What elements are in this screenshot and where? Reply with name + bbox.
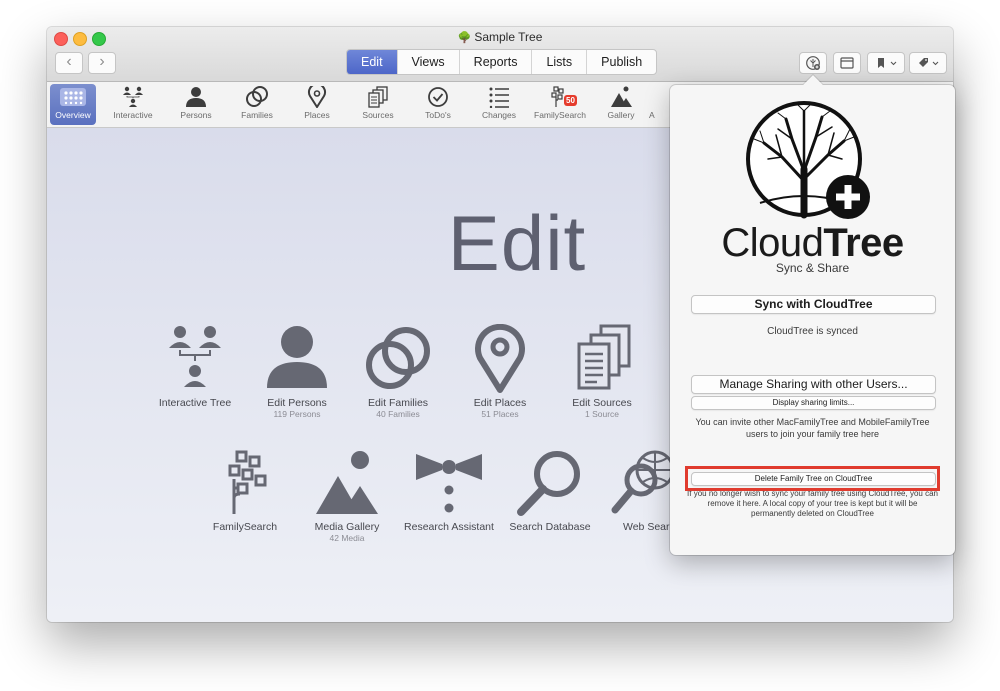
toolbar-label: Interactive <box>113 110 153 120</box>
list-icon <box>489 87 509 108</box>
toolbar-label: Overview <box>55 110 91 120</box>
toolbar-label: ToDo's <box>425 110 451 120</box>
manage-sharing-button[interactable]: Manage Sharing with other Users... <box>691 375 936 394</box>
tile-interactive-tree[interactable]: Interactive Tree <box>145 324 245 409</box>
toolbar-label: Sources <box>362 110 394 120</box>
toolbar-places[interactable]: Places <box>287 84 347 125</box>
tile-web-search[interactable]: Web Searc <box>603 448 673 533</box>
toolbar-label: Persons <box>180 110 212 120</box>
invite-info-text: You can invite other MacFamilyTree and M… <box>695 417 930 439</box>
toolbar-persons[interactable]: Persons <box>166 84 226 125</box>
back-button[interactable]: ‹ <box>55 52 83 74</box>
tile-edit-persons[interactable]: Edit Persons 119 Persons <box>247 324 347 419</box>
tile-edit-sources[interactable]: Edit Sources 1 Source <box>552 324 652 419</box>
tile-research-assistant[interactable]: Research Assistant <box>399 448 499 533</box>
magnifier-icon <box>517 451 580 516</box>
tile-search-database[interactable]: Search Database <box>500 448 600 533</box>
tab-views[interactable]: Views <box>398 50 460 74</box>
tile-label: Media Gallery <box>314 521 380 533</box>
tab-lists[interactable]: Lists <box>532 50 588 74</box>
tag-icon <box>919 58 939 67</box>
window-title: 🌳 Sample Tree <box>457 30 543 44</box>
person-icon <box>267 326 327 388</box>
toolbar-label: Families <box>241 110 273 120</box>
toolbar-familysearch[interactable]: 50 FamilySearch <box>530 84 590 125</box>
tile-label: Edit Places <box>473 397 527 409</box>
tile-label: Edit Persons <box>267 397 327 409</box>
toolbar-label: Changes <box>481 110 517 120</box>
globe-search-icon <box>611 450 673 514</box>
cloudtree-brand: CloudTree <box>721 221 904 265</box>
toolbar-families[interactable]: Families <box>227 84 287 125</box>
title-bar: 🌳 Sample Tree ‹ › Edit Views Reports List… <box>47 27 953 82</box>
map-pin-icon <box>308 86 326 108</box>
checkmark-circle-icon <box>428 87 448 107</box>
tile-sublabel: 40 Families <box>376 409 420 419</box>
delete-info-text: If you no longer wish to sync your famil… <box>687 489 938 518</box>
tile-edit-families[interactable]: Edit Families 40 Families <box>348 324 448 419</box>
tile-media-gallery[interactable]: Media Gallery 42 Media <box>297 448 397 543</box>
person-icon <box>186 87 206 107</box>
toolbar-label: FamilySearch <box>534 110 586 120</box>
tile-label: Edit Families <box>367 397 429 409</box>
rings-icon <box>246 86 268 107</box>
tile-label: Interactive Tree <box>158 397 232 409</box>
toolbar-todos[interactable]: ToDo's <box>408 84 468 125</box>
delete-button-highlight <box>685 466 940 491</box>
bookmarks-button[interactable] <box>867 52 905 74</box>
sync-status-text: CloudTree is synced <box>767 326 858 337</box>
cloudtree-icon <box>806 56 820 70</box>
main-tabs: Edit Views Reports Lists Publish <box>346 49 658 75</box>
tile-label: FamilySearch <box>212 521 278 533</box>
window-layout-icon <box>840 57 854 69</box>
tab-edit[interactable]: Edit <box>347 50 398 74</box>
toolbar-label: Places <box>304 110 330 120</box>
documents-icon <box>577 324 631 390</box>
documents-icon <box>368 86 388 108</box>
tile-familysearch[interactable]: FamilySearch <box>195 448 295 533</box>
tile-label: Web Searc <box>623 521 673 533</box>
cloudtree-logo-icon <box>746 101 870 219</box>
tree-document-icon: 🌳 <box>457 32 472 44</box>
tile-label: Edit Sources <box>572 397 632 409</box>
tab-publish[interactable]: Publish <box>587 50 656 74</box>
cloudtree-tagline: Sync & Share <box>775 261 850 275</box>
tile-sublabel: 51 Places <box>481 409 519 419</box>
toolbar-overview[interactable]: Overview <box>50 84 96 125</box>
sidebar-toggle-button[interactable] <box>833 52 861 74</box>
interactive-tree-icon <box>169 326 221 387</box>
familysearch-tree-icon <box>228 450 267 514</box>
tags-button[interactable] <box>909 52 947 74</box>
bowtie-icon <box>416 454 482 513</box>
tile-label: Research Assistant <box>404 521 494 533</box>
forward-button[interactable]: › <box>88 52 116 74</box>
interactive-tree-icon <box>123 86 143 107</box>
toolbar-interactive[interactable]: Interactive <box>103 84 163 125</box>
gallery-icon <box>316 451 378 514</box>
toolbar-label: Gallery <box>607 110 635 120</box>
sync-cloudtree-button[interactable]: Sync with CloudTree <box>691 295 936 314</box>
rings-icon <box>366 327 430 389</box>
map-pin-icon <box>475 324 525 393</box>
gallery-icon <box>611 86 632 107</box>
grid-icon <box>60 88 86 106</box>
tile-sublabel: 1 Source <box>584 409 620 419</box>
cloudtree-button[interactable] <box>799 52 827 74</box>
toolbar-gallery[interactable]: Gallery <box>591 84 651 125</box>
display-sharing-limits-button[interactable]: Display sharing limits... <box>691 396 936 410</box>
familysearch-badge: 50 <box>564 95 577 106</box>
tab-reports[interactable]: Reports <box>460 50 533 74</box>
tile-edit-places[interactable]: Edit Places 51 Places <box>450 324 550 419</box>
tile-label: Search Database <box>509 521 591 533</box>
page-title: Edit <box>447 199 587 287</box>
tile-sublabel: 42 Media <box>329 533 365 543</box>
toolbar-changes[interactable]: Changes <box>469 84 529 125</box>
bookmark-icon <box>878 58 897 68</box>
tile-sublabel: 119 Persons <box>273 409 321 419</box>
toolbar-sources[interactable]: Sources <box>348 84 408 125</box>
